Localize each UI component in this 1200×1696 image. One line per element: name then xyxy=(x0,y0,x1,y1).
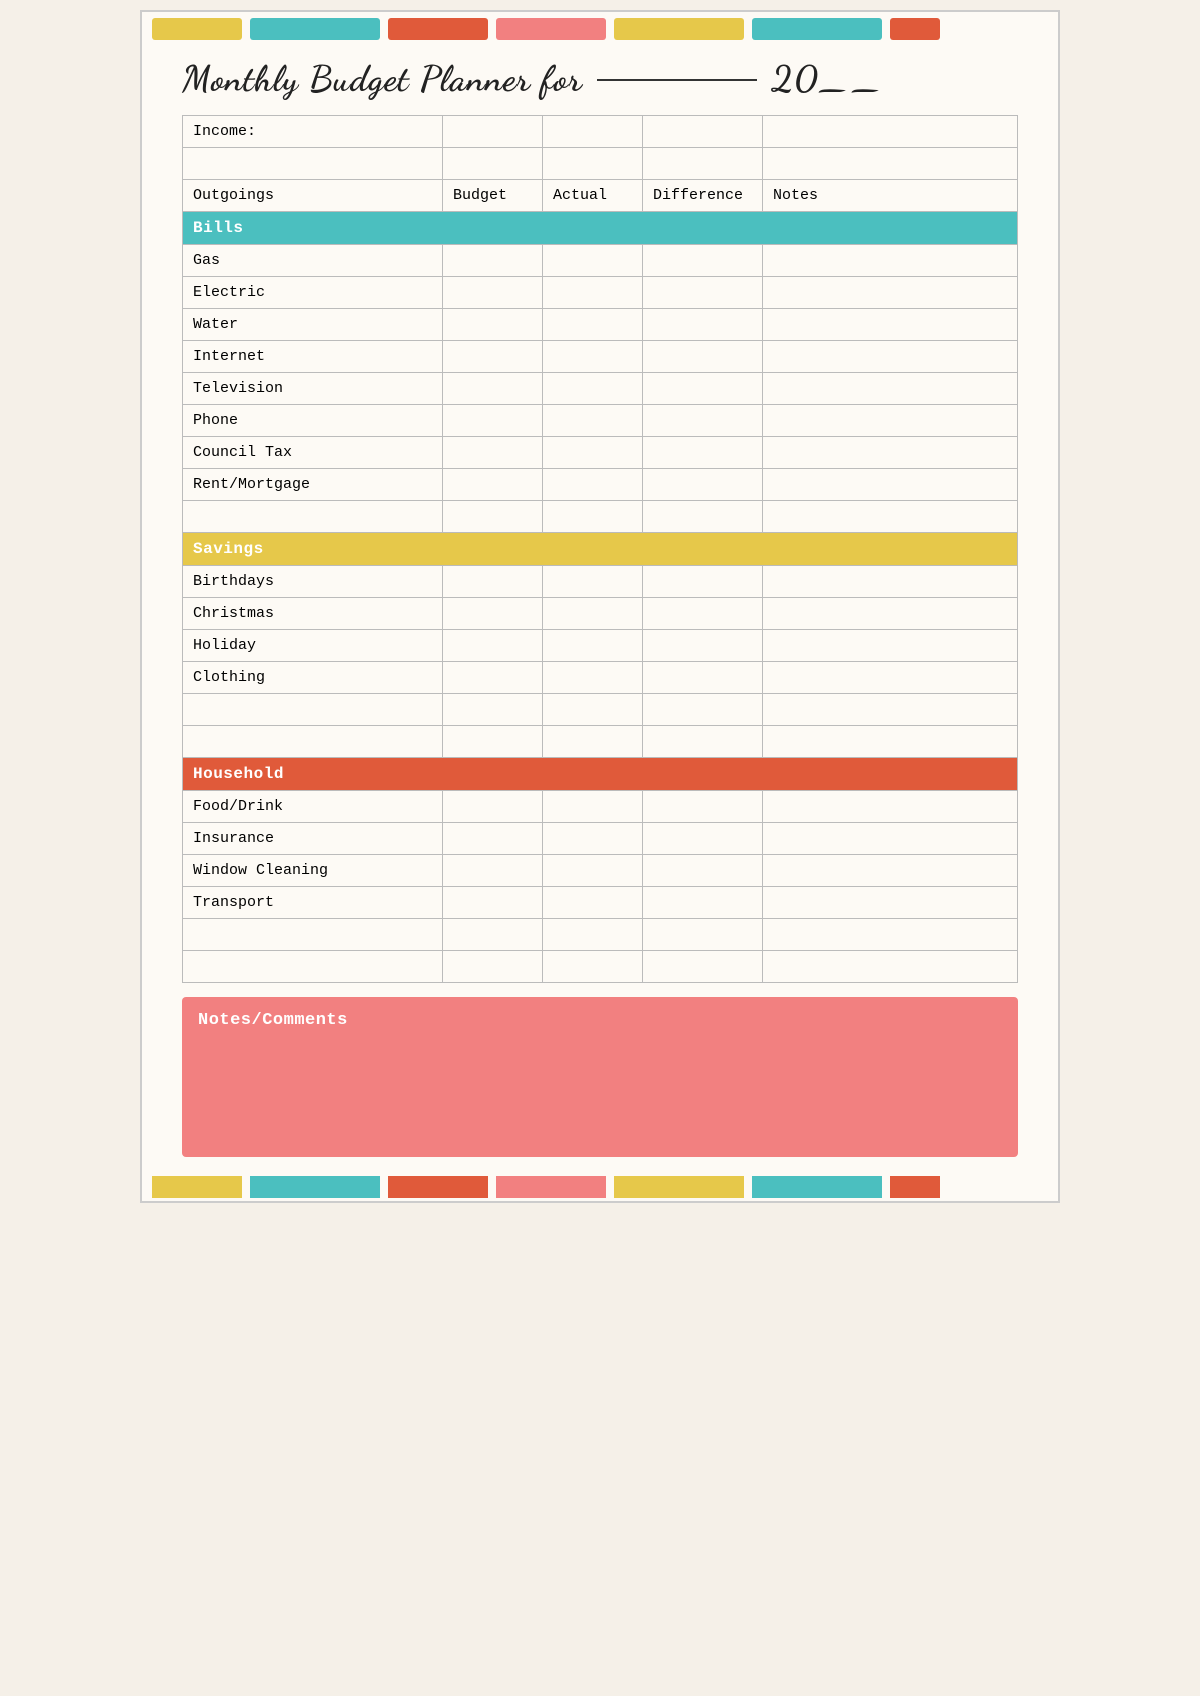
item-gas: Gas xyxy=(183,245,1018,277)
item-window-cleaning: Window Cleaning xyxy=(183,855,1018,887)
swatch-teal-1 xyxy=(250,18,380,40)
item-rent-mortgage: Rent/Mortgage xyxy=(183,469,1018,501)
income-actual xyxy=(543,116,643,148)
item-clothing: Clothing xyxy=(183,662,1018,694)
item-internet: Internet xyxy=(183,341,1018,373)
item-insurance: Insurance xyxy=(183,823,1018,855)
column-headers-row: Outgoings Budget Actual Difference Notes xyxy=(183,180,1018,212)
item-transport: Transport xyxy=(183,887,1018,919)
notes-box: Notes/Comments xyxy=(182,997,1018,1157)
item-phone: Phone xyxy=(183,405,1018,437)
blank-row-5 xyxy=(183,919,1018,951)
blank-row-2 xyxy=(183,501,1018,533)
income-label: Income: xyxy=(183,116,443,148)
title-main: Monthly Budget Planner for xyxy=(182,58,583,101)
income-diff xyxy=(643,116,763,148)
income-budget xyxy=(443,116,543,148)
section-bills-header: Bills xyxy=(183,212,1018,245)
header-outgoings: Outgoings xyxy=(183,180,443,212)
swatch-teal-2 xyxy=(752,18,882,40)
top-color-bar xyxy=(142,12,1058,40)
title-text: Monthly Budget Planner for 20__ xyxy=(182,58,884,101)
notes-title: Notes/Comments xyxy=(198,1011,1002,1030)
swatch-yellow-2 xyxy=(614,18,744,40)
item-birthdays: Birthdays xyxy=(183,566,1018,598)
swatch-red-1 xyxy=(388,18,488,40)
blank-row-4 xyxy=(183,726,1018,758)
item-holiday: Holiday xyxy=(183,630,1018,662)
section-household-label: Household xyxy=(183,758,1018,791)
title-year-prefix: 20 xyxy=(771,58,818,101)
bot-swatch-yellow-1 xyxy=(152,1176,242,1198)
bottom-color-bar xyxy=(142,1173,1058,1201)
section-savings-label: Savings xyxy=(183,533,1018,566)
swatch-yellow-1 xyxy=(152,18,242,40)
page: Monthly Budget Planner for 20__ Income: xyxy=(140,10,1060,1203)
income-notes xyxy=(763,116,1018,148)
header-difference: Difference xyxy=(643,180,763,212)
bot-swatch-red-1 xyxy=(388,1176,488,1198)
income-row: Income: xyxy=(183,116,1018,148)
budget-table: Income: Outgoings Budget Actual Differen… xyxy=(182,115,1018,983)
blank-row-3 xyxy=(183,694,1018,726)
blank-row-1 xyxy=(183,148,1018,180)
blank-row-6 xyxy=(183,951,1018,983)
item-electric: Electric xyxy=(183,277,1018,309)
bot-swatch-yellow-2 xyxy=(614,1176,744,1198)
bot-swatch-teal-2 xyxy=(752,1176,882,1198)
item-water: Water xyxy=(183,309,1018,341)
section-savings-header: Savings xyxy=(183,533,1018,566)
header-actual: Actual xyxy=(543,180,643,212)
title-year-suffix: __ xyxy=(819,58,885,101)
section-bills-label: Bills xyxy=(183,212,1018,245)
item-council-tax: Council Tax xyxy=(183,437,1018,469)
title-area: Monthly Budget Planner for 20__ xyxy=(142,40,1058,115)
item-television: Television xyxy=(183,373,1018,405)
bot-swatch-pink-1 xyxy=(496,1176,606,1198)
bot-swatch-teal-1 xyxy=(250,1176,380,1198)
swatch-pink-1 xyxy=(496,18,606,40)
section-household-header: Household xyxy=(183,758,1018,791)
item-christmas: Christmas xyxy=(183,598,1018,630)
header-notes: Notes xyxy=(763,180,1018,212)
title-line xyxy=(597,79,757,81)
bot-swatch-red-2 xyxy=(890,1176,940,1198)
header-budget: Budget xyxy=(443,180,543,212)
swatch-red-2 xyxy=(890,18,940,40)
item-food-drink: Food/Drink xyxy=(183,791,1018,823)
